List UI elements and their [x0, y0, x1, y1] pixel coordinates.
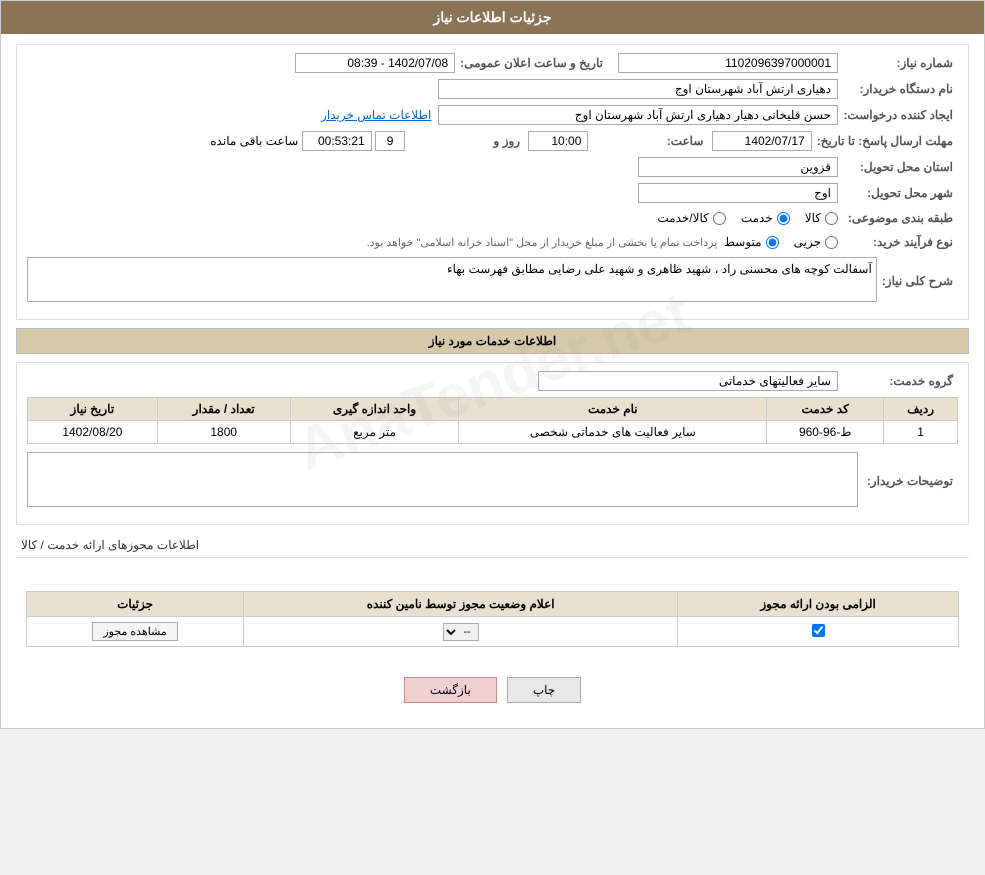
purchase-type-option-jozi: جزیی: [794, 235, 838, 249]
category-radio-khedmat[interactable]: [777, 212, 790, 225]
cell-unit: متر مربع: [290, 421, 459, 444]
cell-row: 1: [884, 421, 958, 444]
contact-link[interactable]: اطلاعات تماس خریدار: [321, 108, 431, 122]
list-item: -- مشاهده مجوز: [27, 617, 959, 647]
col-permit-status: اعلام وضعیت مجوز توسط نامین کننده: [244, 592, 678, 617]
table-row: 1 ط-96-960 سایر فعالیت های خدماتی شخصی م…: [28, 421, 958, 444]
response-time: 10:00: [528, 131, 588, 151]
buyer-name-value: دهیاری ارتش آباد شهرستان اوج: [438, 79, 838, 99]
row-description: شرح کلی نیاز:: [27, 257, 958, 305]
main-content: AnaTender.net شماره نیاز: 11020963970000…: [1, 34, 984, 728]
province-label: استان محل تحویل:: [838, 158, 958, 176]
col-permit-required: الزامی بودن ارائه مجوز: [678, 592, 959, 617]
cell-date: 1402/08/20: [28, 421, 158, 444]
cell-permit-status: --: [244, 617, 678, 647]
response-time-label: ساعت:: [588, 132, 708, 150]
response-deadline-label: مهلت ارسال پاسخ: تا تاریخ:: [812, 132, 958, 150]
response-days: 9: [375, 131, 405, 151]
row-purchase-type: نوع فرآیند خرید: جزیی متوسط پرداخت تمام …: [27, 233, 958, 251]
permit-required-checkbox[interactable]: [812, 624, 825, 637]
province-value: قزوین: [638, 157, 838, 177]
services-table: ردیف کد خدمت نام خدمت واحد اندازه گیری ت…: [27, 397, 958, 444]
row-city: شهر محل تحویل: اوج: [27, 183, 958, 203]
category-label-khedmat: خدمت: [741, 211, 773, 225]
col-service-code: کد خدمت: [767, 398, 884, 421]
row-province: استان محل تحویل: قزوین: [27, 157, 958, 177]
col-row: ردیف: [884, 398, 958, 421]
col-unit: واحد اندازه گیری: [290, 398, 459, 421]
purchase-type-label: نوع فرآیند خرید:: [838, 233, 958, 251]
buyer-notes-label: توضیحات خریدار:: [858, 472, 958, 490]
category-label-kala: کالا: [805, 211, 821, 225]
creator-label: ایجاد کننده درخواست:: [838, 106, 958, 124]
show-permit-button[interactable]: مشاهده مجوز: [92, 622, 177, 641]
col-date: تاریخ نیاز: [28, 398, 158, 421]
purchase-type-radio-motavasset[interactable]: [766, 236, 779, 249]
category-radio-kala[interactable]: [825, 212, 838, 225]
response-remaining: 00:53:21: [302, 131, 372, 151]
buyer-notes-textarea[interactable]: [27, 452, 858, 507]
description-textarea[interactable]: [27, 257, 877, 302]
purchase-type-note: پرداخت تمام یا بخشی از مبلغ خریدار از مح…: [367, 236, 718, 249]
service-group-value: سایر فعالیتهای خدماتی: [538, 371, 838, 391]
cell-code: ط-96-960: [767, 421, 884, 444]
category-option-khedmat: خدمت: [741, 211, 790, 225]
request-number-value: 1102096397000001: [618, 53, 838, 73]
announce-date-value: 1402/07/08 - 08:39: [295, 53, 455, 73]
announce-date-label: تاریخ و ساعت اعلان عمومی:: [455, 54, 608, 72]
category-radio-group: کالا خدمت کالا/خدمت: [657, 211, 838, 225]
buyer-name-label: نام دستگاه خریدار:: [838, 80, 958, 98]
col-permit-details: جزئیات: [27, 592, 244, 617]
category-option-kala-khedmat: کالا/خدمت: [657, 211, 725, 225]
footer-buttons: چاپ بازگشت: [16, 662, 969, 718]
row-creator: ایجاد کننده درخواست: حسن قلیخانی دهیار د…: [27, 105, 958, 125]
cell-name: سایر فعالیت های خدماتی شخصی: [459, 421, 767, 444]
row-buyer-notes: توضیحات خریدار:: [27, 452, 958, 510]
back-button[interactable]: بازگشت: [404, 677, 497, 703]
service-group-label: گروه خدمت:: [838, 372, 958, 390]
category-option-kala: کالا: [805, 211, 838, 225]
basic-info-section: شماره نیاز: 1102096397000001 تاریخ و ساع…: [16, 44, 969, 320]
row-category: طبقه بندی موضوعی: کالا خدمت کالا/خدمت: [27, 209, 958, 227]
page-wrapper: جزئیات اطلاعات نیاز AnaTender.net شماره …: [0, 0, 985, 729]
services-section: گروه خدمت: سایر فعالیتهای خدماتی ردیف کد…: [16, 362, 969, 525]
response-days-label: روز و: [405, 132, 525, 150]
creator-value: حسن قلیخانی دهیار دهیاری ارتش آباد شهرست…: [438, 105, 838, 125]
col-quantity: تعداد / مقدار: [157, 398, 290, 421]
purchase-type-radio-jozi[interactable]: [825, 236, 838, 249]
row-request-number: شماره نیاز: 1102096397000001 تاریخ و ساع…: [27, 53, 958, 73]
services-section-title: اطلاعات خدمات مورد نیاز: [16, 328, 969, 354]
response-date: 1402/07/17: [712, 131, 812, 151]
permits-subtitle: اطلاعات مجوزهای ارائه خدمت / کالا: [16, 533, 969, 558]
cell-permit-required: [678, 617, 959, 647]
purchase-type-label-jozi: جزیی: [794, 235, 821, 249]
permit-status-select[interactable]: --: [443, 623, 479, 641]
purchase-type-radio-group: جزیی متوسط: [724, 235, 838, 249]
category-radio-kala-khedmat[interactable]: [713, 212, 726, 225]
col-service-name: نام خدمت: [459, 398, 767, 421]
response-remaining-label: ساعت باقی مانده: [210, 134, 298, 148]
request-number-label: شماره نیاز:: [838, 54, 958, 72]
permits-table: الزامی بودن ارائه مجوز اعلام وضعیت مجوز …: [26, 591, 959, 647]
page-title: جزئیات اطلاعات نیاز: [1, 1, 984, 34]
row-buyer-name: نام دستگاه خریدار: دهیاری ارتش آباد شهرس…: [27, 79, 958, 99]
row-response-deadline: مهلت ارسال پاسخ: تا تاریخ: 1402/07/17 سا…: [27, 131, 958, 151]
row-service-group: گروه خدمت: سایر فعالیتهای خدماتی: [27, 371, 958, 391]
category-label: طبقه بندی موضوعی:: [838, 209, 958, 227]
purchase-type-option-motavasset: متوسط: [724, 235, 779, 249]
purchase-type-label-motavasset: متوسط: [724, 235, 762, 249]
cell-permit-details: مشاهده مجوز: [27, 617, 244, 647]
permits-section: الزامی بودن ارائه مجوز اعلام وضعیت مجوز …: [16, 566, 969, 662]
city-label: شهر محل تحویل:: [838, 184, 958, 202]
cell-quantity: 1800: [157, 421, 290, 444]
category-label-kala-khedmat: کالا/خدمت: [657, 211, 708, 225]
print-button[interactable]: چاپ: [507, 677, 581, 703]
description-label: شرح کلی نیاز:: [877, 272, 958, 290]
city-value: اوج: [638, 183, 838, 203]
